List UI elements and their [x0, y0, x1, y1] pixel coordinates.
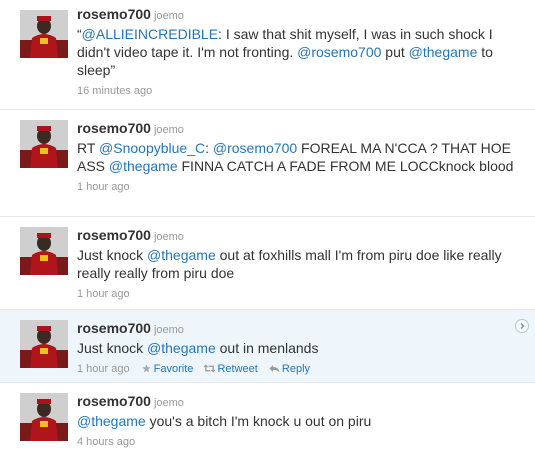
reply-arrow-icon: [269, 365, 280, 373]
retweet-button[interactable]: Retweet: [204, 363, 260, 375]
favorite-label: Favorite: [153, 363, 194, 375]
tweet-item[interactable]: rosemo700 joemo Just knock @thegame out a…: [0, 217, 535, 310]
timestamp[interactable]: 16 minutes ago: [77, 85, 152, 97]
avatar[interactable]: [20, 120, 68, 168]
tweet-item[interactable]: rosemo700 joemo @thegame you's a bitch I'…: [0, 383, 535, 460]
retweet-label: Retweet: [217, 363, 258, 375]
more-options-chevron-icon[interactable]: [515, 319, 529, 333]
star-icon: [142, 364, 151, 373]
mention-link[interactable]: @thegame: [147, 247, 216, 263]
mention-link[interactable]: @thegame: [77, 413, 146, 429]
tweet-text-fragment: FINNA CATCH A FADE FROM ME LOCCknock blo…: [177, 158, 514, 174]
timestamp[interactable]: 1 hour ago: [77, 181, 130, 193]
tweet-text-fragment: RT: [77, 140, 100, 156]
mention-link[interactable]: @rosemo700: [297, 44, 381, 60]
tweet-text: Just knock @thegame out at foxhills mall…: [77, 246, 521, 282]
mention-link[interactable]: @Snoopyblue_C: [99, 140, 205, 156]
tweet-text-fragment: Just knock: [77, 340, 148, 356]
reply-label: Reply: [281, 363, 311, 375]
avatar[interactable]: [20, 10, 68, 58]
screen-name[interactable]: rosemo700: [77, 393, 151, 409]
favorite-button[interactable]: Favorite: [141, 363, 197, 375]
reply-button[interactable]: Reply: [269, 363, 310, 375]
mention-link[interactable]: @thegame: [109, 158, 178, 174]
mention-link[interactable]: @thegame: [147, 340, 216, 356]
avatar[interactable]: [20, 320, 68, 368]
tweet-text-fragment: put: [381, 44, 409, 60]
full-name: joemo: [153, 397, 184, 409]
tweet-text-fragment: out in menlands: [215, 340, 319, 356]
tweet-text-fragment: :: [205, 140, 213, 156]
avatar[interactable]: [20, 393, 68, 441]
full-name: joemo: [153, 324, 184, 336]
timestamp[interactable]: 4 hours ago: [77, 436, 135, 448]
tweet-text: RT @Snoopyblue_C: @rosemo700 FOREAL MA N…: [77, 139, 521, 175]
screen-name[interactable]: rosemo700: [77, 120, 151, 136]
full-name: joemo: [153, 231, 184, 243]
tweet-timeline: rosemo700 joemo “@ALLIEINCREDIBLE: I saw …: [0, 0, 535, 460]
tweet-text: @thegame you's a bitch I'm knock u out o…: [77, 412, 521, 430]
screen-name[interactable]: rosemo700: [77, 227, 151, 243]
tweet-text: Just knock @thegame out in menlands: [77, 339, 521, 357]
screen-name[interactable]: rosemo700: [77, 320, 151, 336]
timestamp[interactable]: 1 hour ago: [77, 363, 130, 375]
mention-link[interactable]: @rosemo700: [213, 140, 297, 156]
retweet-icon: [204, 364, 216, 373]
full-name: joemo: [153, 124, 184, 136]
screen-name[interactable]: rosemo700: [77, 6, 151, 22]
tweet-text-fragment: Just knock: [77, 247, 148, 263]
tweet-text: “@ALLIEINCREDIBLE: I saw that shit mysel…: [77, 25, 521, 79]
tweet-item[interactable]: rosemo700 joemo “@ALLIEINCREDIBLE: I saw …: [0, 0, 535, 110]
mention-link[interactable]: @thegame: [409, 44, 478, 60]
tweet-item[interactable]: rosemo700 joemo RT @Snoopyblue_C: @rosemo…: [0, 110, 535, 217]
full-name: joemo: [153, 10, 184, 22]
tweet-text-fragment: you's a bitch I'm knock u out on piru: [145, 413, 372, 429]
timestamp[interactable]: 1 hour ago: [77, 288, 130, 300]
mention-link[interactable]: @ALLIEINCREDIBLE: [82, 26, 218, 42]
avatar[interactable]: [20, 227, 68, 275]
tweet-item-hovered[interactable]: rosemo700 joemo Just knock @thegame out i…: [0, 310, 535, 383]
